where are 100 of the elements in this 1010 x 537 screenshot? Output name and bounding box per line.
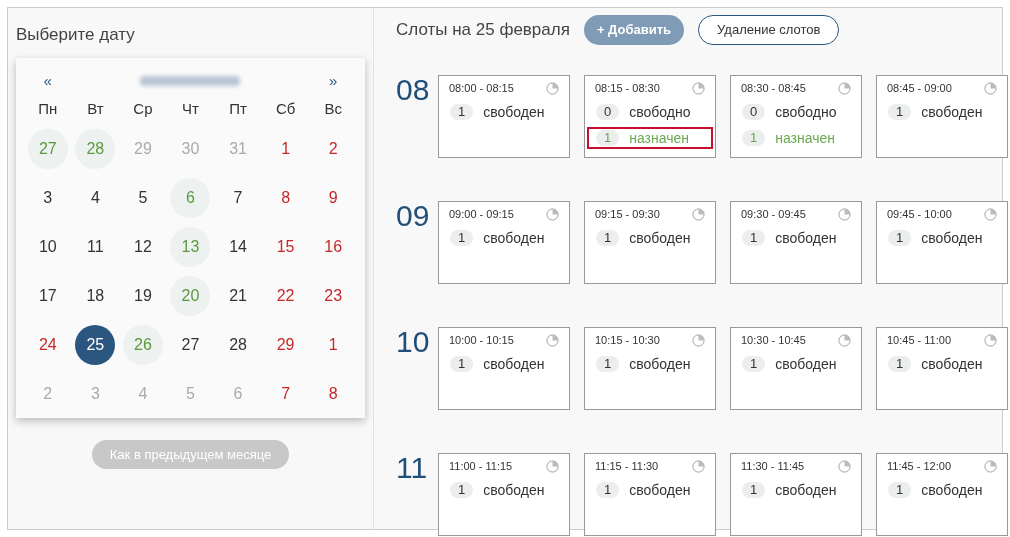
pie-clock-icon [546,207,559,221]
pie-clock-icon [984,81,997,95]
count-pill: 1 [888,229,912,246]
slot-time: 10:15 - 10:30 [595,333,660,348]
next-month-button[interactable]: » [309,69,357,92]
calendar-day[interactable]: 8 [313,373,354,414]
pie-clock-icon [692,459,705,473]
status-label: свободен [629,229,691,246]
calendar-day[interactable]: 7 [218,177,259,218]
slot-card[interactable]: 11:45 - 12:00 1 свободен [876,453,1008,536]
count-pill: 1 [742,129,766,146]
slot-time: 08:30 - 08:45 [741,81,806,96]
slot-card[interactable]: 08:30 - 08:45 0 свободно 1 назначен [730,75,862,158]
count-pill: 1 [596,481,620,498]
pie-clock-icon [984,459,997,473]
hour-label: 09 [396,201,431,231]
slot-time: 10:30 - 10:45 [741,333,806,348]
slot-card[interactable]: 11:00 - 11:15 1 свободен [438,453,570,536]
calendar-day[interactable]: 3 [27,177,68,218]
count-pill: 1 [888,103,912,120]
pie-clock-icon [546,459,559,473]
status-label: свободен [921,355,983,372]
slot-time: 09:45 - 10:00 [887,207,952,222]
calendar-day[interactable]: 4 [75,177,116,218]
count-pill: 1 [450,355,474,372]
slot-card[interactable]: 08:45 - 09:00 1 свободен [876,75,1008,158]
slot-time: 08:45 - 09:00 [887,81,952,96]
pie-clock-icon [838,333,851,347]
calendar-day[interactable]: 25 [75,324,116,365]
slot-time: 08:00 - 08:15 [449,81,514,96]
weekday-label: Сб [275,99,296,119]
calendar-day[interactable]: 28 [218,324,259,365]
pie-clock-icon [546,333,559,347]
calendar-day[interactable]: 9 [313,177,354,218]
slot-card[interactable]: 09:45 - 10:00 1 свободен [876,201,1008,284]
slot-time: 11:45 - 12:00 [887,459,951,474]
slot-time: 10:45 - 11:00 [887,333,951,348]
slot-card[interactable]: 10:00 - 10:15 1 свободен [438,327,570,410]
calendar-day[interactable]: 11 [75,226,116,267]
calendar-day[interactable]: 17 [27,275,68,316]
slot-time: 11:00 - 11:15 [449,459,513,474]
slot-card[interactable]: 10:15 - 10:30 1 свободен [584,327,716,410]
pie-clock-icon [692,81,705,95]
status-label: свободен [775,229,837,246]
previous-month-button[interactable]: « [24,69,72,92]
weekday-label: Пт [229,99,247,119]
calendar-day[interactable]: 21 [218,275,259,316]
status-label: свободен [483,229,545,246]
calendar-day[interactable]: 29 [265,324,306,365]
calendar-day[interactable]: 12 [122,226,163,267]
slot-time: 11:15 - 11:30 [595,459,659,474]
slot-card[interactable]: 11:15 - 11:30 1 свободен [584,453,716,536]
delete-slots-button[interactable]: Удаление слотов [698,15,840,45]
calendar-day[interactable]: 15 [265,226,306,267]
weekday-label: Пн [38,99,58,119]
count-pill: 1 [450,481,474,498]
slot-card[interactable]: 09:30 - 09:45 1 свободен [730,201,862,284]
pie-clock-icon [984,333,997,347]
slot-time: 11:30 - 11:45 [741,459,805,474]
pie-clock-icon [546,81,559,95]
status-label: свободен [483,355,545,372]
slot-card[interactable]: 08:00 - 08:15 1 свободен [438,75,570,158]
calendar-day[interactable]: 7 [265,373,306,414]
count-pill: 1 [596,129,620,146]
calendar-day[interactable]: 10 [27,226,68,267]
calendar-day[interactable]: 23 [313,275,354,316]
status-label: свободен [483,103,545,120]
calendar-day[interactable]: 1 [313,324,354,365]
slot-card[interactable]: 10:45 - 11:00 1 свободен [876,327,1008,410]
weekday-label: Вт [87,99,104,119]
calendar-day[interactable]: 19 [122,275,163,316]
calendar-day[interactable]: 1 [265,128,306,169]
calendar-day[interactable]: 16 [313,226,354,267]
calendar-day[interactable]: 14 [218,226,259,267]
calendar-day[interactable]: 2 [313,128,354,169]
calendar-day[interactable]: 5 [122,177,163,218]
count-pill: 0 [596,103,620,120]
slot-card[interactable]: 11:30 - 11:45 1 свободен [730,453,862,536]
pie-clock-icon [838,81,851,95]
count-pill: 1 [596,229,620,246]
status-label: свободен [629,481,691,498]
calendar-day[interactable]: 27 [170,324,211,365]
slot-card[interactable]: 09:00 - 09:15 1 свободен [438,201,570,284]
calendar-day[interactable]: 8 [265,177,306,218]
weekday-label: Ср [133,99,153,119]
calendar-day[interactable]: 18 [75,275,116,316]
calendar-day[interactable]: 24 [27,324,68,365]
section-title: Выберите дату [16,24,136,46]
calendar-day[interactable]: 22 [265,275,306,316]
slot-card[interactable]: 10:30 - 10:45 1 свободен [730,327,862,410]
slot-card[interactable]: 09:15 - 09:30 1 свободен [584,201,716,284]
slot-time: 09:30 - 09:45 [741,207,806,222]
status-label: свободен [629,355,691,372]
slot-card[interactable]: 08:15 - 08:30 0 свободно 1 назначен [584,75,716,158]
hour-label: 08 [396,75,431,105]
status-label: свободен [921,481,983,498]
slot-time: 10:00 - 10:15 [449,333,514,348]
count-pill: 1 [742,229,766,246]
status-label: назначен [629,129,690,146]
count-pill: 1 [742,481,766,498]
